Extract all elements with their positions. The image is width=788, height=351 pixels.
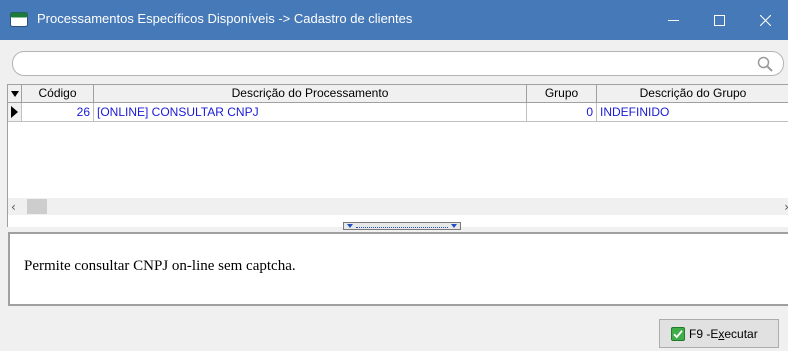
- minimize-icon: [667, 19, 679, 21]
- column-header-grupo[interactable]: Grupo: [527, 85, 597, 103]
- search-input[interactable]: [23, 54, 753, 73]
- cell-grupo[interactable]: 0: [527, 103, 597, 122]
- minimize-button[interactable]: [650, 0, 696, 40]
- execute-label-prefix: E: [710, 326, 719, 341]
- grid-menu-button[interactable]: [8, 85, 22, 103]
- processing-grid: Código Descrição do Processamento Grupo …: [7, 84, 788, 227]
- scroll-left-icon[interactable]: ‹: [11, 200, 16, 214]
- search-box: [12, 51, 784, 76]
- title-bar: Processamentos Específicos Disponíveis -…: [0, 0, 788, 40]
- execute-key-label: F9 -: [689, 326, 711, 341]
- maximize-icon: [713, 14, 725, 26]
- horizontal-scrollbar[interactable]: ‹ ›: [8, 198, 788, 215]
- panel-splitter[interactable]: [343, 222, 461, 230]
- cell-codigo[interactable]: 26: [22, 103, 94, 122]
- scroll-right-icon[interactable]: ›: [784, 200, 788, 214]
- scrollbar-thumb[interactable]: [27, 199, 47, 214]
- table-row[interactable]: 26 [ONLINE] CONSULTAR CNPJ 0 INDEFINIDO: [8, 103, 788, 122]
- cell-descricao[interactable]: [ONLINE] CONSULTAR CNPJ: [94, 103, 527, 122]
- close-button[interactable]: [742, 0, 788, 40]
- maximize-button[interactable]: [696, 0, 742, 40]
- column-header-descricao-processamento[interactable]: Descrição do Processamento: [94, 85, 527, 103]
- splitter-grip: [356, 225, 448, 228]
- execute-button[interactable]: F9 - Ex ecutar: [659, 319, 779, 348]
- search-icon[interactable]: [757, 56, 773, 72]
- row-indicator: [8, 103, 22, 122]
- splitter-down-icon: [347, 224, 353, 228]
- execute-label-suffix: ecutar: [724, 326, 758, 341]
- description-text: Permite consultar CNPJ on-line sem captc…: [24, 258, 296, 274]
- column-header-descricao-grupo[interactable]: Descrição do Grupo: [597, 85, 788, 103]
- window-icon: [10, 12, 28, 27]
- window-title: Processamentos Específicos Disponíveis -…: [37, 11, 413, 26]
- check-icon: [671, 326, 685, 341]
- column-header-codigo[interactable]: Código: [22, 85, 94, 103]
- splitter-down-icon: [451, 224, 457, 228]
- close-icon: [759, 14, 771, 26]
- description-panel: Permite consultar CNPJ on-line sem captc…: [8, 232, 788, 306]
- cell-descricao-grupo[interactable]: INDEFINIDO: [597, 103, 788, 122]
- caret-down-icon: [10, 91, 19, 97]
- current-row-icon: [11, 106, 18, 118]
